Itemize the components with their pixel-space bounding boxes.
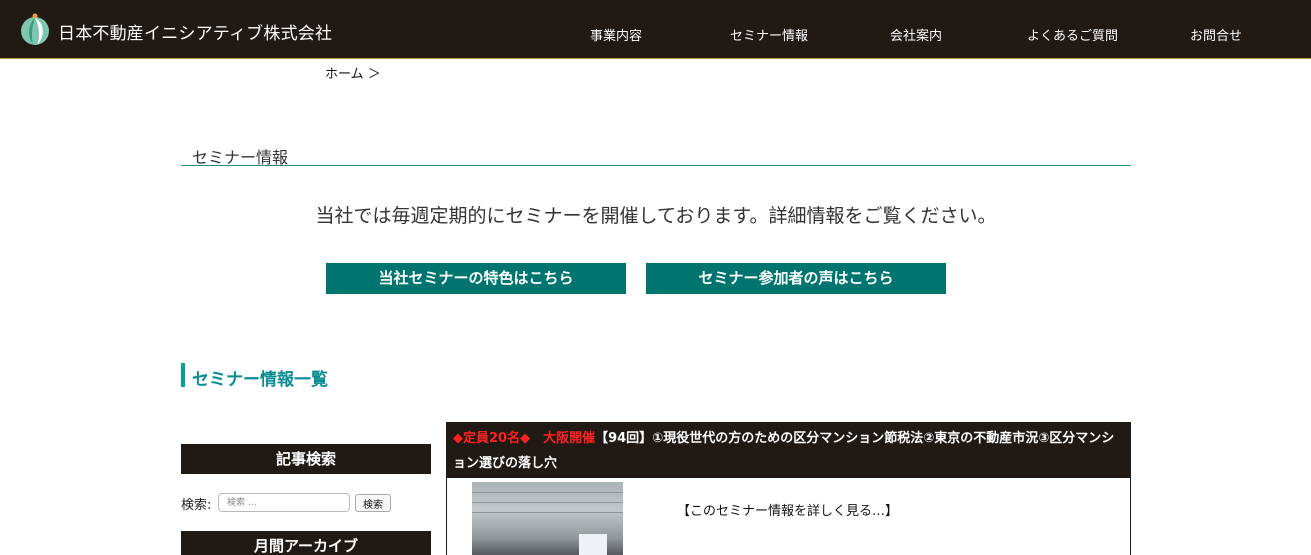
nav-company[interactable]: 会社案内 xyxy=(890,25,942,44)
heading-accent-bar xyxy=(181,363,185,387)
search-label: 検索: xyxy=(181,498,212,513)
post-thumbnail[interactable] xyxy=(472,482,623,555)
nav-seminar[interactable]: セミナー情報 xyxy=(730,25,808,44)
thumbnail-ceiling-line xyxy=(472,502,623,503)
archive-widget-heading: 月間アーカイブ xyxy=(181,531,431,555)
nav-contact[interactable]: お問合せ xyxy=(1190,25,1242,44)
participant-voices-button[interactable]: セミナー参加者の声はこちら xyxy=(646,263,946,294)
post-badge[interactable]: ◆定員20名◆ 大阪開催 xyxy=(453,431,595,446)
thumbnail-ceiling-line xyxy=(472,492,623,493)
seminar-features-button[interactable]: 当社セミナーの特色はこちら xyxy=(326,263,626,294)
nav-faq[interactable]: よくあるご質問 xyxy=(1027,25,1118,44)
site-header: 日本不動産イニシアティブ株式会社 事業内容 セミナー情報 会社案内 よくあるご質… xyxy=(0,0,1311,59)
breadcrumb[interactable]: ホーム ＞ xyxy=(325,63,381,82)
nav-business[interactable]: 事業内容 xyxy=(590,25,642,44)
search-widget-heading: 記事検索 xyxy=(181,444,431,474)
search-button[interactable]: 検索 xyxy=(355,494,391,512)
thumbnail-ceiling-line xyxy=(472,512,623,513)
thumbnail-projector-screen xyxy=(579,534,607,555)
search-input[interactable] xyxy=(218,493,350,512)
title-divider xyxy=(181,165,1131,166)
company-name[interactable]: 日本不動産イニシアティブ株式会社 xyxy=(58,19,332,44)
seminar-post: ◆定員20名◆ 大阪開催【94回】①現役世代の方のための区分マンション節税法②東… xyxy=(446,422,1131,555)
post-title[interactable]: ◆定員20名◆ 大阪開催【94回】①現役世代の方のための区分マンション節税法②東… xyxy=(447,423,1130,478)
intro-text: 当社では毎週定期的にセミナーを開催しております。詳細情報をご覧ください。 xyxy=(315,205,997,227)
read-more-link[interactable]: 【このセミナー情報を詳しく見る…】 xyxy=(677,500,898,519)
seminar-list-heading: セミナー情報一覧 xyxy=(192,370,328,390)
company-logo-icon[interactable] xyxy=(20,12,50,46)
